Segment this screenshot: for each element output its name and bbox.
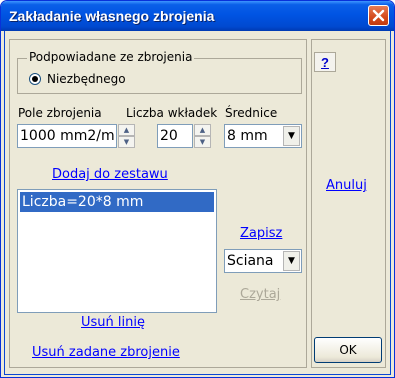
help-button[interactable]: ? [314, 52, 336, 72]
read-link: Czytaj [240, 287, 281, 302]
area-input[interactable]: 1000 mm2/m [17, 124, 117, 148]
spin-up-icon[interactable]: ▲ [194, 124, 211, 136]
element-select-value: Sciana [227, 253, 274, 269]
diameter-select-value: 8 mm [227, 128, 268, 144]
remove-reinforcement-link[interactable]: Usuń zadane zbrojenie [32, 345, 180, 360]
element-select[interactable]: Sciana ▼ [224, 249, 302, 273]
diameter-label: Średnice [225, 106, 278, 120]
chevron-down-icon[interactable]: ▼ [283, 126, 300, 146]
spin-down-icon[interactable]: ▼ [118, 136, 135, 148]
spin-down-icon[interactable]: ▼ [194, 136, 211, 148]
title-bar[interactable]: Zakładanie własnego zbrojenia [1, 1, 394, 31]
window-title: Zakładanie własnego zbrojenia [9, 8, 215, 24]
diameter-select[interactable]: 8 mm ▼ [224, 124, 302, 148]
radio-selected-dot [32, 76, 38, 82]
area-label: Pole zbrojenia [18, 106, 102, 120]
cancel-link[interactable]: Anuluj [326, 178, 367, 193]
right-panel [311, 39, 386, 368]
count-spinner[interactable]: ▲ ▼ [194, 124, 211, 148]
radio-niezbednego-label[interactable]: Niezbędnego [47, 72, 126, 86]
ok-button[interactable]: OK [314, 337, 382, 363]
dialog-body: Podpowiadane ze zbrojenia Niezbędnego Po… [4, 31, 391, 375]
count-input[interactable]: 20 [157, 124, 193, 148]
count-label: Liczba wkładek [126, 106, 218, 120]
chevron-down-icon[interactable]: ▼ [283, 251, 300, 271]
add-to-set-link[interactable]: Dodaj do zestawu [52, 167, 168, 182]
save-link[interactable]: Zapisz [240, 226, 282, 241]
remove-line-link[interactable]: Usuń linię [81, 315, 145, 330]
close-button[interactable] [368, 5, 389, 26]
spin-up-icon[interactable]: ▲ [118, 124, 135, 136]
reinforcement-list[interactable]: Liczba=20*8 mm [17, 189, 217, 313]
close-icon [372, 9, 385, 22]
suggest-group-legend: Podpowiadane ze zbrojenia [27, 50, 195, 64]
dialog-window: Zakładanie własnego zbrojenia Podpowiada… [0, 0, 395, 378]
area-spinner[interactable]: ▲ ▼ [118, 124, 135, 148]
radio-niezbednego[interactable] [29, 73, 41, 85]
list-item[interactable]: Liczba=20*8 mm [20, 192, 214, 212]
